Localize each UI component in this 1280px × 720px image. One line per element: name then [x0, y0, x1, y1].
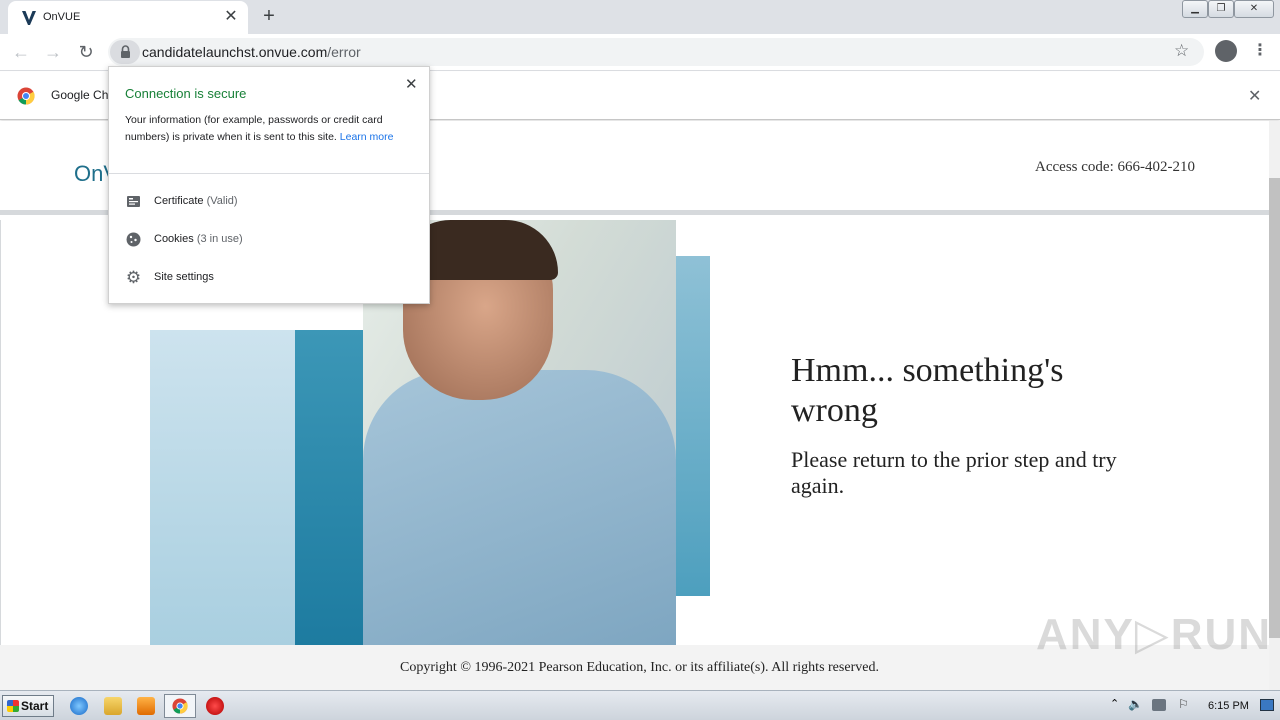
show-desktop-icon[interactable] [1260, 699, 1274, 711]
certificate-icon [127, 196, 140, 207]
site-settings-row[interactable]: ⚙ Site settings [109, 260, 429, 294]
start-button[interactable]: Start [2, 695, 54, 717]
system-tray: ⌃ 🔈 ⚐ [1106, 695, 1276, 717]
onvue-favicon-icon [22, 11, 36, 25]
clock: 6:15 PM [1208, 700, 1249, 712]
tab-close-icon[interactable]: ✕ [222, 8, 240, 26]
address-bar[interactable]: candidatelaunchst.onvue.com/error ☆ [108, 38, 1204, 66]
volume-icon[interactable]: 🔈 [1128, 697, 1143, 711]
forward-icon[interactable]: → [41, 41, 65, 65]
bookmark-star-icon[interactable]: ☆ [1174, 41, 1189, 61]
photo-person-shirt [363, 370, 676, 645]
internet-explorer-icon[interactable] [70, 697, 88, 715]
url-text[interactable]: candidatelaunchst.onvue.com/error [142, 44, 361, 60]
site-info-popup: Connection is secure ✕ Your information … [108, 66, 430, 304]
cookie-icon [126, 232, 141, 247]
url-host: candidatelaunchst.onvue.com [142, 44, 328, 60]
media-player-icon[interactable] [137, 697, 155, 715]
infobar-message: Google Ch [51, 88, 109, 102]
window-close-button[interactable]: ✕ [1234, 0, 1274, 18]
chrome-taskbar-icon [172, 698, 188, 714]
certificate-row[interactable]: Certificate (Valid) [109, 184, 429, 218]
certificate-label: Certificate (Valid) [154, 195, 238, 207]
maximize-button[interactable]: ❐ [1208, 0, 1234, 18]
cookies-row[interactable]: Cookies (3 in use) [109, 222, 429, 256]
reload-icon[interactable]: ↻ [74, 41, 98, 65]
certificate-status: (Valid) [206, 195, 238, 207]
action-center-flag-icon[interactable]: ⚐ [1178, 697, 1189, 711]
access-code: Access code: 666-402-210 [1035, 159, 1195, 175]
site-settings-label: Site settings [154, 271, 214, 283]
decorative-panel-right [676, 256, 710, 596]
taskbar-chrome-button[interactable] [164, 694, 196, 718]
infobar-close-icon[interactable]: ✕ [1248, 86, 1261, 106]
cookies-label: Cookies (3 in use) [154, 233, 243, 245]
connection-secure-title: Connection is secure [125, 86, 247, 101]
certificate-label-text: Certificate [154, 195, 204, 207]
copyright-text: Copyright © 1996-2021 Pearson Education,… [400, 660, 879, 675]
tray-expand-icon[interactable]: ⌃ [1110, 697, 1119, 710]
windows-taskbar: Start ⌃ 🔈 ⚐ 6:15 PM [0, 690, 1280, 720]
anyrun-watermark: ANY▷RUN [1036, 610, 1269, 659]
windows-flag-icon [7, 700, 19, 712]
tab-title: OnVUE [43, 11, 81, 23]
learn-more-link[interactable]: Learn more [340, 131, 394, 143]
start-label: Start [21, 699, 49, 713]
cookies-label-text: Cookies [154, 233, 194, 245]
minimize-button[interactable]: ▁ [1182, 0, 1208, 18]
tab-onvue[interactable]: OnVUE ✕ [8, 1, 248, 34]
menu-icon[interactable]: ⋮ [1252, 41, 1268, 61]
popup-close-icon[interactable]: ✕ [405, 75, 418, 93]
network-icon[interactable] [1152, 699, 1166, 711]
gear-icon: ⚙ [125, 268, 142, 287]
error-title: Hmm... something's wrong [791, 352, 1064, 429]
decorative-panel-left-accent [295, 330, 365, 645]
lock-icon[interactable] [110, 40, 140, 64]
security-app-icon[interactable] [206, 697, 224, 715]
cookies-count: (3 in use) [196, 233, 243, 245]
new-tab-button[interactable]: + [258, 6, 280, 28]
error-subtitle: Please return to the prior step and try … [791, 447, 1117, 498]
popup-divider [109, 173, 429, 174]
popup-description: Your information (for example, passwords… [125, 112, 415, 146]
file-explorer-icon[interactable] [104, 697, 122, 715]
url-path: /error [327, 44, 361, 60]
back-icon[interactable]: ← [9, 41, 33, 65]
chrome-logo-icon [17, 87, 35, 105]
tab-strip: OnVUE ✕ + ▁ ❐ ✕ [0, 0, 1280, 34]
scrollbar-thumb[interactable] [1269, 178, 1280, 638]
profile-avatar-icon[interactable] [1215, 40, 1237, 62]
